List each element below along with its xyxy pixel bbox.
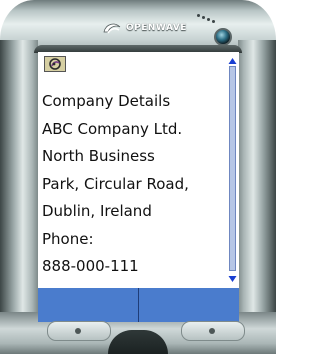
- phone-left-housing: [0, 40, 38, 320]
- openwave-logo-icon: [103, 23, 121, 34]
- right-hardware-button[interactable]: [181, 321, 245, 341]
- phone-screen: Company Details ABC Company Ltd. North B…: [38, 52, 239, 322]
- vertical-scrollbar[interactable]: [228, 57, 237, 283]
- scrollbar-thumb[interactable]: [229, 66, 236, 271]
- content-line-company: ABC Company Ltd.: [42, 119, 183, 138]
- content-line-address-2: Park, Circular Road,: [42, 174, 189, 193]
- right-softkey[interactable]: [139, 288, 239, 322]
- camera-lens-icon: [214, 28, 232, 46]
- scroll-up-arrow-icon[interactable]: [228, 57, 237, 65]
- content-line-address-1: North Business: [42, 147, 155, 165]
- brand-logo: OPENWAVE: [102, 19, 187, 37]
- speaker-dots-icon: [197, 14, 217, 26]
- menu-icon-button[interactable]: [44, 56, 66, 72]
- content-line-phone-label: Phone:: [42, 229, 94, 248]
- phone-right-housing: [238, 40, 276, 320]
- left-hardware-button[interactable]: [47, 321, 111, 341]
- openwave-menu-icon: [49, 58, 61, 70]
- left-softkey[interactable]: [38, 288, 139, 322]
- content-line-city: Dublin, Ireland: [42, 202, 152, 220]
- company-details-text: Company Details ABC Company Ltd. North B…: [42, 88, 228, 281]
- brand-name: OPENWAVE: [126, 23, 187, 33]
- scroll-down-arrow-icon[interactable]: [228, 275, 237, 283]
- content-line-phone-number: 888-000-111: [42, 257, 139, 275]
- softkey-bar: [38, 288, 239, 322]
- content-line-title: Company Details: [42, 92, 171, 110]
